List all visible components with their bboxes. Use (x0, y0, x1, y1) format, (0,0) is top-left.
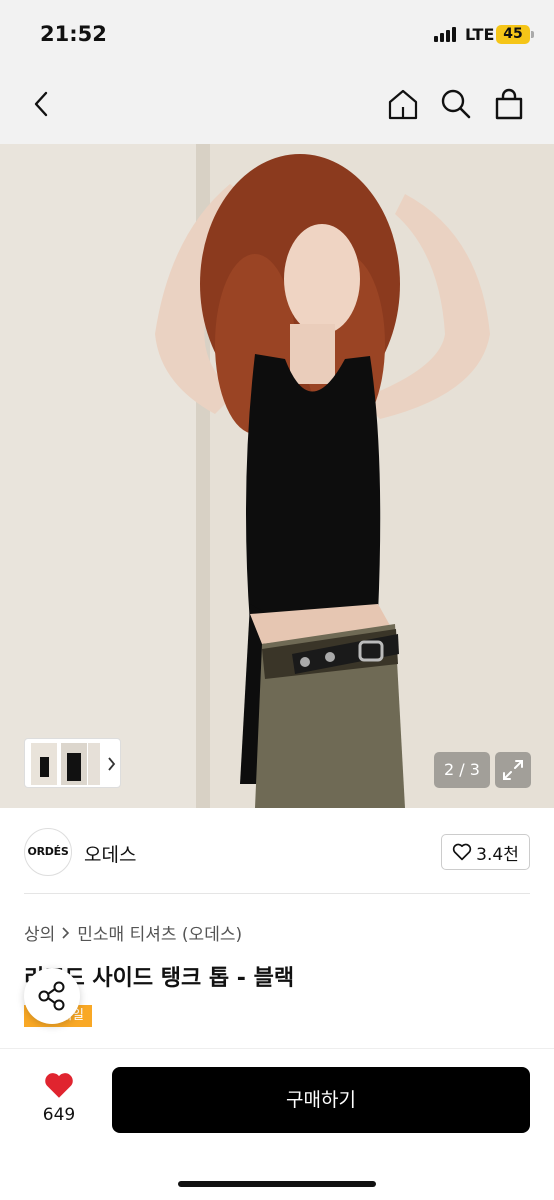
signal-icon (434, 27, 456, 42)
brand-like-button[interactable]: 3.4천 (441, 834, 530, 870)
breadcrumb: 상의 민소매 티셔츠 (오데스) (24, 920, 242, 945)
product-image[interactable]: 2 / 3 (0, 144, 554, 808)
back-icon[interactable] (24, 86, 60, 122)
shopping-bag-icon[interactable] (491, 86, 527, 122)
breadcrumb-item-top[interactable]: 상의 (24, 920, 55, 945)
battery-icon: 45 (496, 25, 530, 44)
bottom-action-bar: 649 구매하기 (0, 1048, 554, 1200)
battery-tip (531, 31, 534, 38)
brand-logo[interactable]: ORDÉS (24, 828, 72, 876)
breadcrumb-item-category[interactable]: 민소매 티셔츠 (오데스) (77, 920, 242, 945)
chevron-right-icon (62, 926, 70, 939)
status-time: 21:52 (40, 22, 107, 46)
buy-button[interactable]: 구매하기 (112, 1067, 530, 1133)
home-icon[interactable] (385, 86, 421, 122)
status-bar: 21:52 LTE 45 (0, 0, 554, 66)
heart-filled-icon (45, 1073, 73, 1098)
divider (24, 893, 530, 894)
heart-outline-icon (453, 843, 472, 861)
expand-icon (503, 760, 523, 780)
top-nav (0, 66, 554, 144)
brand-row: ORDÉS 오데스 3.4천 (0, 828, 554, 878)
search-icon[interactable] (438, 86, 474, 122)
brand-like-count: 3.4천 (476, 844, 519, 865)
image-counter: 2 / 3 (434, 752, 490, 788)
share-icon (38, 981, 65, 1011)
wishlist-button[interactable]: 649 (24, 1071, 94, 1125)
fullscreen-button[interactable] (495, 752, 531, 788)
model-photo (0, 144, 554, 808)
brand-name[interactable]: 오데스 (84, 840, 136, 867)
network-label: LTE (465, 25, 495, 44)
share-button[interactable] (24, 968, 80, 1024)
home-indicator (178, 1181, 376, 1187)
thumbnail-strip[interactable] (24, 738, 121, 788)
wishlist-count: 649 (42, 1105, 76, 1125)
